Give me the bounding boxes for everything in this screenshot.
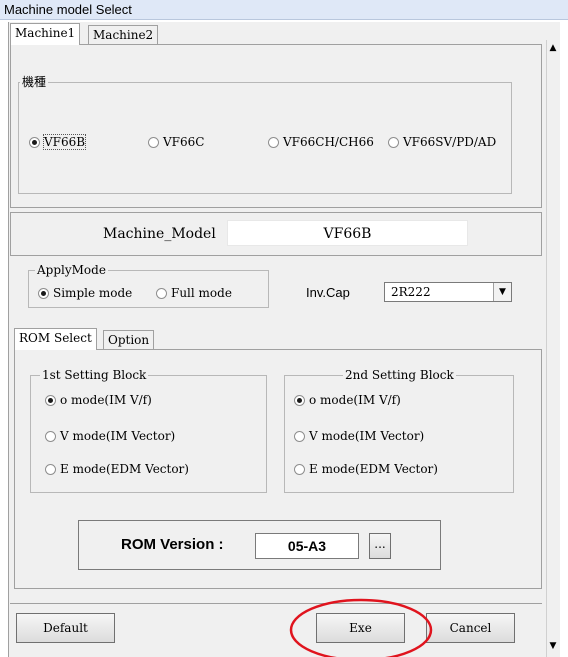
radio-first-v-mode-indicator[interactable] (45, 431, 56, 442)
radio-first-e-mode[interactable]: E mode(EDM Vector) (45, 462, 189, 476)
radio-vf66b-label: VF66B (42, 134, 87, 150)
rom-version-box: ROM Version : 05-A3 ... (78, 520, 441, 570)
radio-first-o-mode-label: o mode(IM V/f) (60, 393, 152, 407)
radio-simple-mode[interactable]: Simple mode (38, 286, 132, 300)
radio-second-v-mode[interactable]: V mode(IM Vector) (294, 429, 424, 443)
tab-rom-select[interactable]: ROM Select (14, 328, 97, 350)
machine-model-label: Machine_Model (103, 226, 216, 242)
apply-mode-legend: ApplyMode (35, 263, 108, 277)
inv-cap-select[interactable]: 2R222 ▼ (384, 282, 512, 302)
highlight-circle-annotation (289, 598, 433, 657)
default-button[interactable]: Default (16, 613, 115, 643)
radio-second-v-mode-indicator[interactable] (294, 431, 305, 442)
radio-first-v-mode[interactable]: V mode(IM Vector) (45, 429, 175, 443)
inv-cap-label: Inv.Cap (306, 285, 350, 300)
rom-browse-button[interactable]: ... (369, 533, 391, 559)
radio-second-o-mode[interactable]: o mode(IM V/f) (294, 393, 401, 407)
scroll-down-icon[interactable]: ▼ (547, 640, 559, 652)
rom-version-label: ROM Version : (121, 536, 224, 553)
radio-full-mode[interactable]: Full mode (156, 286, 232, 300)
radio-first-e-mode-label: E mode(EDM Vector) (60, 462, 189, 476)
tab-machine1[interactable]: Machine1 (10, 23, 81, 45)
radio-first-e-mode-indicator[interactable] (45, 464, 56, 475)
radio-vf66c-label: VF66C (163, 135, 205, 149)
second-setting-block-legend: 2nd Setting Block (343, 368, 456, 382)
vertical-scrollbar[interactable] (546, 40, 560, 657)
radio-second-v-mode-label: V mode(IM Vector) (309, 429, 425, 443)
machine-type-legend: 機種 (20, 75, 49, 89)
radio-vf66ch-indicator[interactable] (268, 137, 279, 148)
machine-model-field: VF66B (227, 220, 468, 246)
radio-first-v-mode-label: V mode(IM Vector) (60, 429, 176, 443)
radio-vf66c-indicator[interactable] (148, 137, 159, 148)
radio-vf66ch-label: VF66CH/CH66 (283, 135, 374, 149)
radio-full-mode-indicator[interactable] (156, 288, 167, 299)
radio-first-o-mode[interactable]: o mode(IM V/f) (45, 393, 152, 407)
radio-second-o-mode-indicator[interactable] (294, 395, 305, 406)
window-title: Machine model Select (0, 0, 568, 20)
first-setting-block-legend: 1st Setting Block (40, 368, 149, 382)
cancel-button[interactable]: Cancel (426, 613, 515, 643)
radio-simple-mode-label: Simple mode (53, 286, 133, 300)
radio-vf66sv-indicator[interactable] (388, 137, 399, 148)
radio-vf66c[interactable]: VF66C (148, 135, 204, 149)
scroll-up-icon[interactable]: ▲ (547, 42, 559, 54)
radio-full-mode-label: Full mode (171, 286, 232, 300)
rom-version-field[interactable]: 05-A3 (255, 533, 359, 559)
radio-first-o-mode-indicator[interactable] (45, 395, 56, 406)
radio-simple-mode-indicator[interactable] (38, 288, 49, 299)
tab-machine2[interactable]: Machine2 (88, 25, 159, 45)
chevron-down-icon[interactable]: ▼ (493, 283, 511, 301)
radio-second-o-mode-label: o mode(IM V/f) (309, 393, 401, 407)
radio-second-e-mode-label: E mode(EDM Vector) (309, 462, 438, 476)
radio-second-e-mode-indicator[interactable] (294, 464, 305, 475)
radio-vf66sv[interactable]: VF66SV/PD/AD (388, 135, 496, 149)
radio-vf66sv-label: VF66SV/PD/AD (403, 135, 497, 149)
radio-vf66b-indicator[interactable] (29, 137, 40, 148)
tab-option[interactable]: Option (103, 330, 155, 350)
radio-vf66b[interactable]: VF66B (29, 134, 87, 150)
inv-cap-value: 2R222 (391, 285, 431, 299)
radio-vf66ch[interactable]: VF66CH/CH66 (268, 135, 374, 149)
radio-second-e-mode[interactable]: E mode(EDM Vector) (294, 462, 438, 476)
